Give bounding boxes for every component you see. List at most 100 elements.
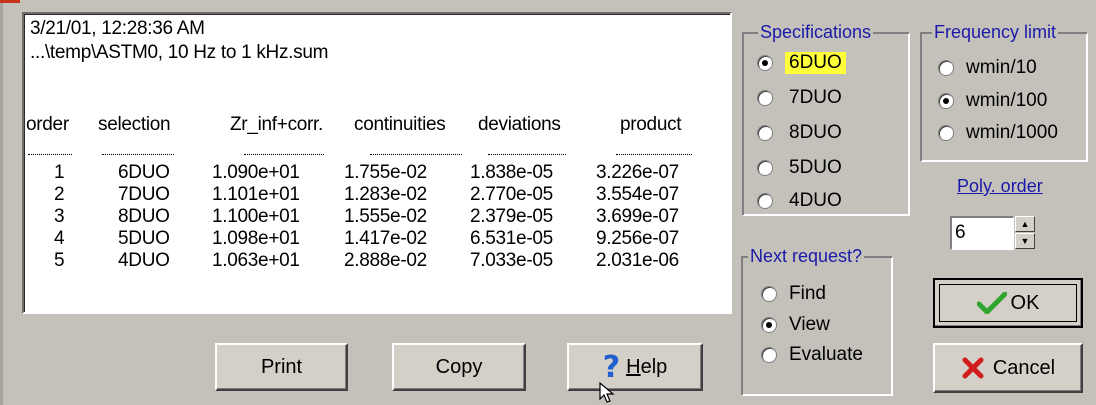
column-separator xyxy=(28,154,72,155)
radio-button[interactable] xyxy=(938,60,954,76)
cell-zr: 1.090e+01 xyxy=(212,162,300,183)
cell-product: 3.554e-07 xyxy=(596,184,679,205)
cell-deviations: 6.531e-05 xyxy=(470,228,553,249)
cell-order: 4 xyxy=(54,228,65,249)
radio-button[interactable] xyxy=(757,193,773,209)
column-separator xyxy=(616,154,692,155)
frequency-limit-title: Frequency limit xyxy=(932,22,1059,42)
report-area[interactable]: 3/21/01, 12:28:36 AM ...\temp\ASTM0, 10 … xyxy=(22,12,732,314)
mouse-pointer-icon xyxy=(599,382,615,403)
cell-deviations: 2.770e-05 xyxy=(470,184,553,205)
radio-button[interactable] xyxy=(938,125,954,141)
request-option-evaluate[interactable]: Evaluate xyxy=(761,344,863,366)
spec-option-label: 8DUO xyxy=(789,122,842,143)
poly-order-label[interactable]: Poly. order xyxy=(957,176,1043,197)
column-header-zr: Zr_inf+corr. xyxy=(230,114,324,135)
chevron-down-icon: ▼ xyxy=(1020,236,1030,246)
radio-button[interactable] xyxy=(757,125,773,141)
radio-button[interactable] xyxy=(761,286,777,302)
next-request-title: Next request? xyxy=(748,246,865,266)
radio-button[interactable] xyxy=(757,90,773,106)
freq-option-label: wmin/10 xyxy=(966,57,1037,78)
cell-zr: 1.098e+01 xyxy=(212,228,300,249)
checkmark-icon xyxy=(976,292,1007,314)
cell-deviations: 7.033e-05 xyxy=(470,250,553,271)
request-option-view[interactable]: View xyxy=(761,314,830,336)
spec-option-label: 4DUO xyxy=(789,190,842,211)
column-separator xyxy=(488,154,566,155)
column-header-continuities: continuities xyxy=(354,114,446,135)
spec-option-8duo[interactable]: 8DUO xyxy=(757,122,842,144)
window-edge xyxy=(0,0,3,405)
column-header-order: order xyxy=(26,114,69,135)
x-mark-icon xyxy=(962,357,984,379)
cell-continuities: 1.555e-02 xyxy=(344,206,427,227)
cell-continuities: 1.417e-02 xyxy=(344,228,427,249)
ok-button-label: OK xyxy=(1010,291,1040,314)
spec-option-label: 5DUO xyxy=(789,157,842,178)
spec-option-label: 7DUO xyxy=(789,87,842,108)
question-mark-icon: ? xyxy=(602,349,621,385)
cell-continuities: 1.755e-02 xyxy=(344,162,427,183)
radio-button[interactable] xyxy=(938,93,954,109)
cell-order: 5 xyxy=(54,250,65,271)
freq-option-label: wmin/1000 xyxy=(966,122,1058,143)
cell-product: 2.031e-06 xyxy=(596,250,679,271)
radio-button[interactable] xyxy=(761,347,777,363)
freq-option-wmin100[interactable]: wmin/100 xyxy=(938,90,1047,112)
report-timestamp: 3/21/01, 12:28:36 AM xyxy=(30,18,205,39)
request-option-find[interactable]: Find xyxy=(761,283,826,305)
ok-button[interactable]: OK xyxy=(933,278,1083,328)
freq-option-wmin1000[interactable]: wmin/1000 xyxy=(938,122,1058,144)
column-separator xyxy=(244,154,324,155)
request-option-label: Evaluate xyxy=(789,344,863,365)
copy-button[interactable]: Copy xyxy=(392,343,526,391)
spec-option-6duo[interactable]: 6DUO xyxy=(757,52,846,74)
spin-down-button[interactable]: ▼ xyxy=(1015,233,1035,249)
freq-option-wmin10[interactable]: wmin/10 xyxy=(938,57,1037,79)
cell-zr: 1.063e+01 xyxy=(212,250,300,271)
copy-button-label: Copy xyxy=(435,355,483,378)
window-accent xyxy=(0,0,20,3)
spec-option-5duo[interactable]: 5DUO xyxy=(757,157,842,179)
column-header-selection: selection xyxy=(98,114,171,135)
cell-order: 3 xyxy=(54,206,65,227)
print-button[interactable]: Print xyxy=(215,343,348,391)
poly-order-input[interactable]: 6 xyxy=(950,216,1014,250)
cell-zr: 1.100e+01 xyxy=(212,206,300,227)
report-file: ...\temp\ASTM0, 10 Hz to 1 kHz.sum xyxy=(30,42,329,63)
cell-product: 3.226e-07 xyxy=(596,162,679,183)
radio-button[interactable] xyxy=(757,55,773,71)
radio-button[interactable] xyxy=(757,160,773,176)
specifications-title: Specifications xyxy=(758,22,874,42)
help-button-label: Help xyxy=(626,355,668,378)
cancel-button-label: Cancel xyxy=(992,356,1056,379)
cell-selection: 8DUO xyxy=(118,206,170,227)
cell-product: 9.256e-07 xyxy=(596,228,679,249)
cell-deviations: 2.379e-05 xyxy=(470,206,553,227)
poly-order-value: 6 xyxy=(955,222,966,243)
spec-option-4duo[interactable]: 4DUO xyxy=(757,190,842,212)
spec-option-label: 6DUO xyxy=(785,52,846,74)
cell-product: 3.699e-07 xyxy=(596,206,679,227)
column-header-deviations: deviations xyxy=(478,114,561,135)
spec-option-7duo[interactable]: 7DUO xyxy=(757,87,842,109)
print-button-label: Print xyxy=(260,355,303,378)
help-button[interactable]: ? Help xyxy=(567,343,703,391)
cell-continuities: 2.888e-02 xyxy=(344,250,427,271)
radio-button[interactable] xyxy=(761,317,777,333)
spin-up-button[interactable]: ▲ xyxy=(1015,216,1035,232)
cell-selection: 7DUO xyxy=(118,184,170,205)
chevron-up-icon: ▲ xyxy=(1020,219,1030,229)
request-option-label: Find xyxy=(789,283,826,304)
cell-continuities: 1.283e-02 xyxy=(344,184,427,205)
column-separator xyxy=(370,154,462,155)
cell-deviations: 1.838e-05 xyxy=(470,162,553,183)
cell-selection: 4DUO xyxy=(118,250,170,271)
cancel-button[interactable]: Cancel xyxy=(933,343,1083,393)
request-option-label: View xyxy=(789,314,830,335)
cell-zr: 1.101e+01 xyxy=(212,184,300,205)
cell-order: 1 xyxy=(54,162,65,183)
cell-selection: 5DUO xyxy=(118,228,170,249)
freq-option-label: wmin/100 xyxy=(966,90,1048,111)
